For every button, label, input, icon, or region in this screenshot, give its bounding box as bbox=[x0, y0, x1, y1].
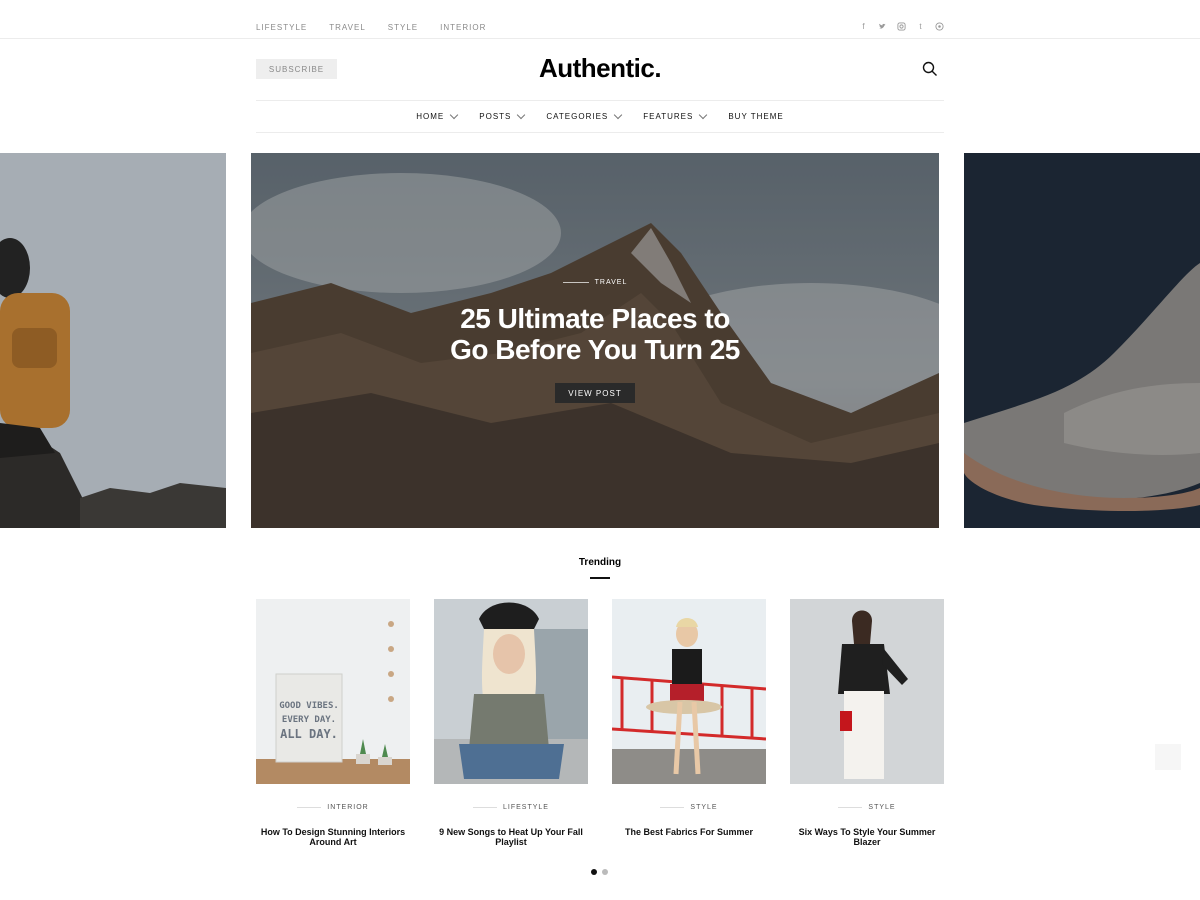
trending-underline bbox=[590, 577, 610, 579]
pagination-dot-2[interactable] bbox=[602, 869, 608, 875]
card-image[interactable] bbox=[434, 599, 588, 784]
divider bbox=[838, 807, 863, 808]
top-nav-travel[interactable]: TRAVEL bbox=[329, 23, 366, 32]
carousel-pagination bbox=[591, 869, 608, 875]
nav-home-label: HOME bbox=[416, 112, 445, 121]
poster-line-1: GOOD VIBES. bbox=[279, 701, 339, 711]
trending-heading: Trending bbox=[578, 557, 622, 568]
card-title[interactable]: The Best Fabrics For Summer bbox=[612, 827, 766, 837]
trending-card[interactable]: STYLE Six Ways To Style Your Summer Blaz… bbox=[790, 599, 944, 847]
card-category[interactable]: STYLE bbox=[790, 804, 944, 811]
nav-posts-label: POSTS bbox=[479, 112, 512, 121]
top-nav-lifestyle[interactable]: LIFESTYLE bbox=[256, 23, 307, 32]
nav-posts[interactable]: POSTS bbox=[479, 110, 526, 121]
hero-title-line-1: 25 Ultimate Places to bbox=[460, 303, 730, 334]
nav-home[interactable]: HOME bbox=[416, 110, 459, 121]
hero-category[interactable]: TRAVEL bbox=[251, 279, 939, 286]
twitter-icon[interactable] bbox=[878, 22, 887, 33]
card-image-poster-text: GOOD VIBES. EVERY DAY. ALL DAY. bbox=[276, 699, 342, 741]
facebook-icon[interactable]: f bbox=[859, 22, 868, 33]
card-title[interactable]: Six Ways To Style Your Summer Blazer bbox=[790, 827, 944, 847]
card-category[interactable]: LIFESTYLE bbox=[434, 804, 588, 811]
view-post-button[interactable]: VIEW POST bbox=[555, 383, 635, 403]
card-category-label: STYLE bbox=[690, 804, 718, 811]
trending-card[interactable]: STYLE The Best Fabrics For Summer bbox=[612, 599, 766, 837]
top-nav-style[interactable]: STYLE bbox=[388, 23, 418, 32]
instagram-icon[interactable] bbox=[897, 22, 906, 33]
nav-categories-label: CATEGORIES bbox=[546, 112, 609, 121]
chevron-down-icon bbox=[699, 110, 708, 119]
nav-features[interactable]: FEATURES bbox=[643, 110, 708, 121]
hero-content: TRAVEL 25 Ultimate Places to Go Before Y… bbox=[251, 153, 939, 528]
trending-card[interactable]: LIFESTYLE 9 New Songs to Heat Up Your Fa… bbox=[434, 599, 588, 847]
slide-prev-image[interactable] bbox=[0, 153, 226, 528]
card-category[interactable]: STYLE bbox=[612, 804, 766, 811]
card-category-label: INTERIOR bbox=[327, 804, 369, 811]
divider bbox=[660, 807, 685, 808]
card-title[interactable]: How To Design Stunning Interiors Around … bbox=[256, 827, 410, 847]
card-title[interactable]: 9 New Songs to Heat Up Your Fall Playlis… bbox=[434, 827, 588, 847]
card-category-label: STYLE bbox=[868, 804, 896, 811]
chevron-down-icon bbox=[450, 110, 459, 119]
top-bar: LIFESTYLE TRAVEL STYLE INTERIOR f t bbox=[0, 0, 1200, 39]
search-icon[interactable] bbox=[922, 61, 938, 77]
main-nav: HOME POSTS CATEGORIES FEATURES BUY THEME bbox=[256, 100, 944, 133]
chevron-down-icon bbox=[614, 110, 623, 119]
pinterest-icon[interactable] bbox=[935, 22, 944, 33]
top-nav: LIFESTYLE TRAVEL STYLE INTERIOR bbox=[256, 23, 508, 32]
divider bbox=[297, 807, 322, 808]
back-to-top-button[interactable] bbox=[1155, 744, 1181, 770]
nav-buy-theme-label: BUY THEME bbox=[728, 112, 784, 121]
nav-categories[interactable]: CATEGORIES bbox=[546, 110, 623, 121]
card-image[interactable] bbox=[790, 599, 944, 784]
poster-line-3: ALL DAY. bbox=[280, 727, 338, 741]
trending-card[interactable]: GOOD VIBES. EVERY DAY. ALL DAY. INTERIOR… bbox=[256, 599, 410, 847]
card-image[interactable]: GOOD VIBES. EVERY DAY. ALL DAY. bbox=[256, 599, 410, 784]
card-category-label: LIFESTYLE bbox=[503, 804, 549, 811]
hero-category-label: TRAVEL bbox=[594, 279, 628, 286]
card-category[interactable]: INTERIOR bbox=[256, 804, 410, 811]
pagination-dot-1[interactable] bbox=[591, 869, 597, 875]
poster-line-2: EVERY DAY. bbox=[281, 715, 337, 725]
site-logo[interactable]: Authentic. bbox=[0, 53, 1200, 84]
chevron-down-icon bbox=[517, 110, 526, 119]
card-image[interactable] bbox=[612, 599, 766, 784]
hero-slide[interactable]: TRAVEL 25 Ultimate Places to Go Before Y… bbox=[251, 153, 939, 528]
divider bbox=[562, 282, 589, 283]
hero-title-line-2: Go Before You Turn 25 bbox=[450, 334, 740, 365]
nav-features-label: FEATURES bbox=[643, 112, 694, 121]
top-nav-interior[interactable]: INTERIOR bbox=[440, 23, 486, 32]
tumblr-icon[interactable]: t bbox=[916, 22, 925, 33]
divider bbox=[473, 807, 498, 808]
nav-buy-theme[interactable]: BUY THEME bbox=[728, 112, 783, 121]
slide-next-image[interactable] bbox=[964, 153, 1200, 528]
social-links: f t bbox=[859, 22, 944, 33]
hero-title[interactable]: 25 Ultimate Places to Go Before You Turn… bbox=[251, 303, 939, 365]
